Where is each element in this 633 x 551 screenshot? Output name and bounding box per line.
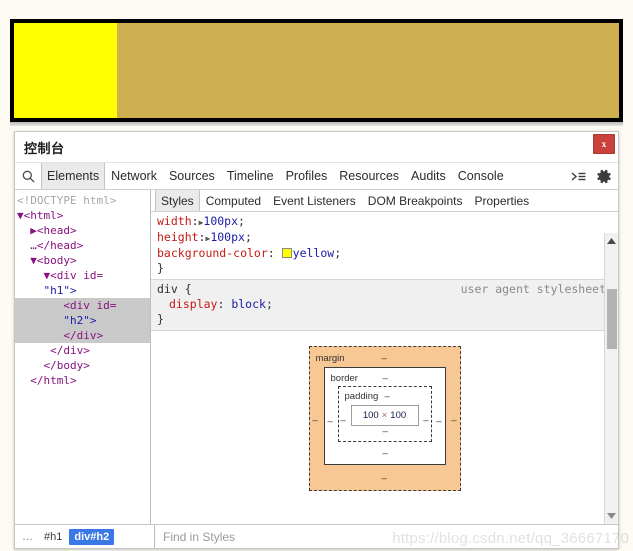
preview-outer-div [14, 23, 619, 118]
tab-resources[interactable]: Resources [333, 163, 405, 189]
styles-scrollbar[interactable] [604, 233, 618, 524]
tab-network[interactable]: Network [105, 163, 163, 189]
padding-label: padding [344, 391, 379, 402]
box-model-content[interactable]: 100 × 100 [350, 405, 419, 426]
css-declaration[interactable]: height:▶100px; [151, 230, 618, 246]
page-preview-area [10, 19, 623, 122]
padding-right-value[interactable]: – [423, 413, 428, 428]
css-rule-block: width:▶100px; height:▶100px; background-… [151, 212, 618, 280]
tab-profiles[interactable]: Profiles [280, 163, 334, 189]
padding-bottom-value[interactable]: – [383, 424, 388, 439]
window-title: 控制台 [24, 141, 65, 156]
margin-top-value[interactable]: – [382, 351, 387, 366]
dom-node-selected-attr[interactable]: "h2"> [15, 313, 150, 328]
box-model-margin[interactable]: margin – – – – border – – – – padding – … [308, 346, 461, 491]
margin-left-value[interactable]: – [313, 413, 318, 428]
tab-styles[interactable]: Styles [155, 190, 200, 211]
dom-node[interactable]: ▼<body> [15, 253, 150, 268]
breadcrumb-item-div-h2[interactable]: div#h2 [69, 528, 115, 545]
content-width: 100 [362, 410, 379, 421]
toolbar-right-icons [571, 163, 618, 189]
find-in-styles-input[interactable]: Find in Styles [155, 525, 618, 548]
tab-console[interactable]: Console [452, 163, 510, 189]
dom-node[interactable]: </body> [15, 358, 150, 373]
devtools-toolbar: Elements Network Sources Timeline Profil… [15, 163, 618, 190]
dom-node-selected-close[interactable]: </div> [15, 328, 150, 343]
tab-computed[interactable]: Computed [200, 190, 267, 211]
breadcrumb-item-h1[interactable]: #h1 [39, 529, 67, 545]
close-button[interactable]: x [593, 134, 615, 154]
css-property-name: background-color [157, 246, 268, 260]
margin-bottom-value[interactable]: – [382, 471, 387, 486]
css-declaration[interactable]: width:▶100px; [151, 214, 618, 230]
css-property-value: yellow [292, 246, 335, 260]
dom-tree-pane[interactable]: <!DOCTYPE html> ▼<html> ▶<head> …</head>… [15, 190, 151, 524]
border-right-value[interactable]: – [436, 414, 441, 429]
tab-timeline[interactable]: Timeline [221, 163, 280, 189]
breadcrumb: … #h1 div#h2 [15, 525, 155, 548]
dom-node-attr[interactable]: "h1"> [15, 283, 150, 298]
border-left-value[interactable]: – [328, 414, 333, 429]
console-drawer-icon[interactable] [571, 170, 587, 183]
padding-top-value[interactable]: – [385, 389, 390, 404]
styles-rules-scroll[interactable]: width:▶100px; height:▶100px; background-… [151, 212, 618, 524]
search-icon[interactable] [15, 163, 41, 189]
css-declaration[interactable]: display: block; [151, 297, 618, 312]
tab-sources[interactable]: Sources [163, 163, 221, 189]
tab-properties[interactable]: Properties [468, 190, 535, 211]
tab-event-listeners[interactable]: Event Listeners [267, 190, 362, 211]
border-top-value[interactable]: – [383, 371, 388, 386]
box-model-border[interactable]: border – – – – padding – – – – 100 × 100 [323, 367, 446, 465]
scrollbar-thumb[interactable] [607, 289, 617, 349]
devtools-window: 控制台 x Elements Network Sources Timeline … [14, 131, 619, 549]
scrollbar-down-arrow-icon[interactable] [605, 508, 618, 524]
preview-highlighted-div [14, 23, 117, 118]
tab-audits[interactable]: Audits [405, 163, 452, 189]
css-close-brace: } [157, 261, 164, 275]
css-close-brace: } [157, 312, 164, 326]
stylesheet-origin: user agent stylesheet [460, 282, 606, 296]
border-bottom-value[interactable]: – [383, 446, 388, 461]
content-height: 100 [390, 410, 407, 421]
css-property-name: display [169, 297, 218, 311]
margin-label: margin [315, 353, 345, 364]
dom-node[interactable]: …</head> [15, 238, 150, 253]
css-rule-block-ua: user agent stylesheet div { display: blo… [151, 280, 618, 331]
border-label: border [330, 373, 358, 384]
devtools-status-bar: … #h1 div#h2 Find in Styles [15, 524, 618, 548]
devtools-titlebar: 控制台 x [15, 132, 618, 163]
dom-node-selected[interactable]: <div id= [15, 298, 150, 313]
dom-node[interactable]: </html> [15, 373, 150, 388]
styles-pane: Styles Computed Event Listeners DOM Brea… [151, 190, 618, 524]
css-property-value: block [231, 297, 266, 311]
tab-elements[interactable]: Elements [41, 163, 106, 189]
dom-node[interactable]: <!DOCTYPE html> [15, 193, 150, 208]
devtools-main-body: <!DOCTYPE html> ▼<html> ▶<head> …</head>… [15, 190, 618, 524]
preview-bottom-shadow [10, 122, 623, 126]
css-property-name: height [157, 230, 199, 244]
margin-right-value[interactable]: – [451, 413, 456, 428]
box-model-padding[interactable]: padding – – – – 100 × 100 [337, 386, 432, 442]
scrollbar-up-arrow-icon[interactable] [605, 233, 618, 249]
content-separator: × [381, 410, 388, 421]
dom-node[interactable]: ▼<div id= [15, 268, 150, 283]
dom-node[interactable]: </div> [15, 343, 150, 358]
dom-node[interactable]: ▼<html> [15, 208, 150, 223]
color-swatch-icon[interactable] [281, 248, 292, 258]
css-declaration[interactable]: background-color: yellow; [151, 246, 618, 261]
breadcrumb-ellipsis[interactable]: … [19, 529, 37, 545]
tab-dom-breakpoints[interactable]: DOM Breakpoints [362, 190, 469, 211]
css-property-value: 100px [203, 214, 239, 228]
dom-node[interactable]: ▶<head> [15, 223, 150, 238]
box-model-diagram: margin – – – – border – – – – padding – … [151, 331, 618, 506]
css-property-value: 100px [210, 230, 245, 244]
padding-left-value[interactable]: – [341, 413, 346, 428]
settings-gear-icon[interactable] [597, 169, 612, 184]
styles-tabbar: Styles Computed Event Listeners DOM Brea… [151, 190, 618, 212]
css-property-name: width [157, 214, 192, 228]
